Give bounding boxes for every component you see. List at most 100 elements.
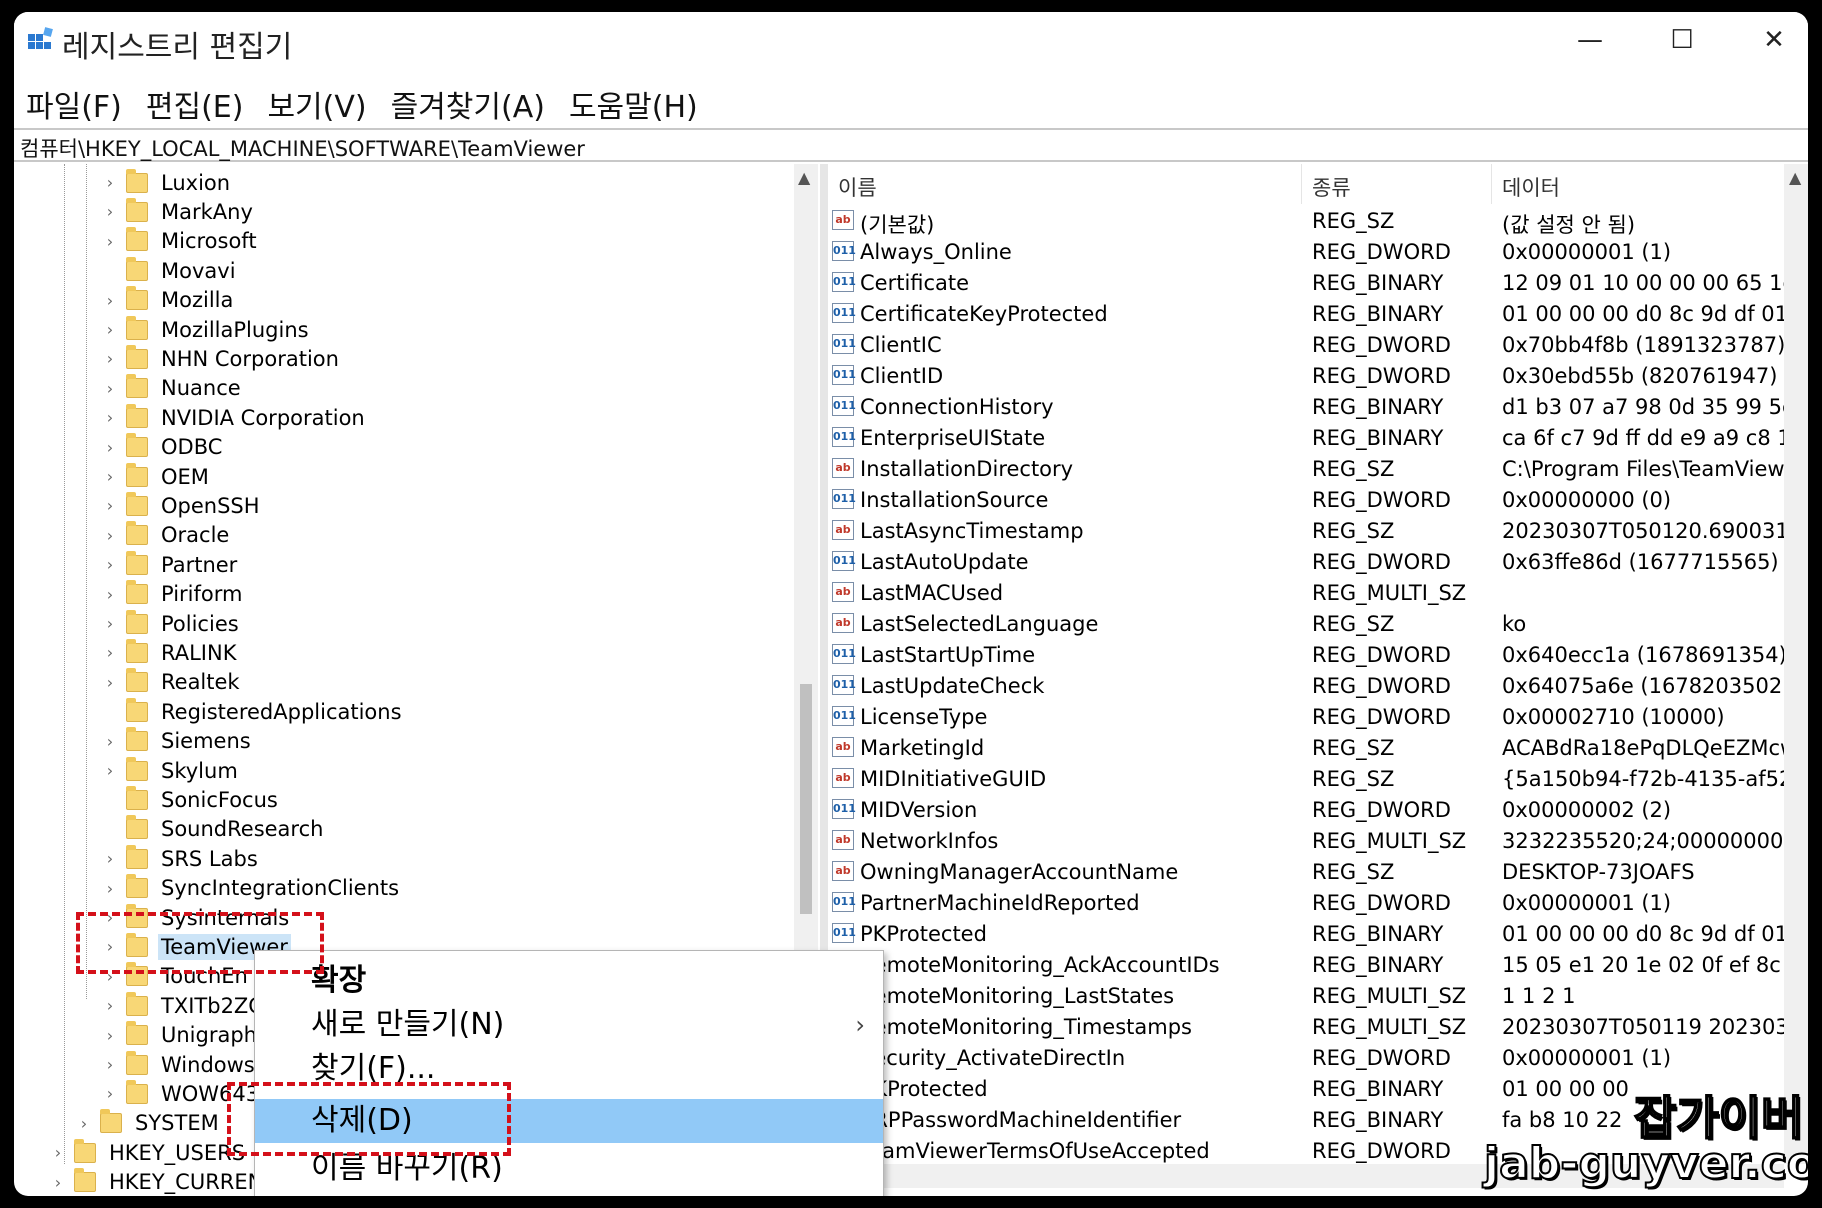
value-row[interactable]: 011 EnterpriseUIState REG_BINARY ca 6f c7 9…: [828, 423, 1788, 454]
tree-item[interactable]: › ODBC: [102, 433, 225, 462]
ctx-new[interactable]: 새로 만들기(N) ›: [255, 1003, 883, 1047]
tree-scrollbar-thumb[interactable]: [800, 684, 812, 914]
chevron-right-icon[interactable]: ›: [102, 673, 118, 692]
value-row[interactable]: ab MarketingId REG_SZ ACABdRa18ePqDLQeEZMcw…: [828, 733, 1788, 764]
value-row[interactable]: ab LastSelectedLanguage REG_SZ ko: [828, 609, 1788, 640]
tree-item[interactable]: › Microsoft: [102, 227, 260, 256]
chevron-right-icon[interactable]: ›: [102, 585, 118, 604]
chevron-right-icon[interactable]: ›: [50, 1173, 66, 1192]
tree-item[interactable]: › SYSTEM: [76, 1109, 222, 1138]
chevron-right-icon[interactable]: ›: [102, 732, 118, 751]
tree-item[interactable]: › Siemens: [102, 727, 254, 756]
value-row[interactable]: ab InstallationDirectory REG_SZ C:\Program …: [828, 454, 1788, 485]
menu-view[interactable]: 보기(V): [255, 76, 378, 125]
tree-item[interactable]: › HKEY_USERS: [50, 1138, 248, 1167]
chevron-right-icon[interactable]: ›: [102, 614, 118, 633]
value-row[interactable]: ab (기본값) REG_SZ (값 설정 안 됨): [828, 206, 1788, 237]
column-header-name[interactable]: 이름: [828, 164, 1302, 204]
address-bar[interactable]: 컴퓨터\HKEY_LOCAL_MACHINE\SOFTWARE\TeamView…: [14, 128, 1808, 162]
chevron-right-icon[interactable]: ›: [102, 879, 118, 898]
chevron-right-icon[interactable]: ›: [102, 408, 118, 427]
column-header-data[interactable]: 데이터: [1492, 164, 1792, 204]
tree-item[interactable]: › HKEY_CURREN: [50, 1168, 266, 1196]
tree-item[interactable]: › Realtek: [102, 668, 243, 697]
chevron-right-icon[interactable]: ›: [102, 173, 118, 192]
menu-favorites[interactable]: 즐겨찾기(A): [379, 76, 557, 125]
tree-item[interactable]: › Unigraph: [102, 1021, 260, 1050]
chevron-right-icon[interactable]: ›: [102, 643, 118, 662]
tree-item[interactable]: › OpenSSH: [102, 491, 263, 520]
value-row[interactable]: 011 LastStartUpTime REG_DWORD 0x640ecc1a (1…: [828, 640, 1788, 671]
tree-item[interactable]: › Mozilla: [102, 286, 236, 315]
menu-file[interactable]: 파일(F): [14, 76, 134, 125]
tree-item[interactable]: › OEM: [102, 462, 212, 491]
value-row[interactable]: 011RemoteMonitoring_AckAccountIDsREG_BIN…: [828, 950, 1788, 981]
menu-help[interactable]: 도움말(H): [557, 76, 710, 125]
value-row[interactable]: 011 ClientIC REG_DWORD 0x70bb4f8b (18913237…: [828, 330, 1788, 361]
value-row[interactable]: 011Security_ActivateDirectInREG_DWORD0x0…: [828, 1043, 1788, 1074]
chevron-right-icon[interactable]: ›: [102, 555, 118, 574]
value-row[interactable]: ab LastAsyncTimestamp REG_SZ 20230307T05012…: [828, 516, 1788, 547]
list-vertical-scrollbar[interactable]: ▲: [1784, 164, 1808, 1164]
tree-item[interactable]: › Piriform: [102, 580, 245, 609]
chevron-right-icon[interactable]: ›: [50, 1143, 66, 1162]
tree-item[interactable]: › Nuance: [102, 374, 244, 403]
tree-item[interactable]: › Policies: [102, 609, 242, 638]
minimize-button[interactable]: —: [1544, 12, 1636, 68]
tree-item[interactable]: › SyncIntegrationClients: [102, 874, 402, 903]
value-row[interactable]: 011 PKProtected REG_BINARY 01 00 00 00 d0 8…: [828, 919, 1788, 950]
tree-item[interactable]: › MarkAny: [102, 197, 256, 226]
chevron-right-icon[interactable]: ›: [102, 996, 118, 1015]
chevron-right-icon[interactable]: ›: [102, 438, 118, 457]
tree-item[interactable]: › Partner: [102, 550, 240, 579]
value-row[interactable]: 011 PartnerMachineIdReported REG_DWORD 0x00…: [828, 888, 1788, 919]
value-row[interactable]: ab MIDInitiativeGUID REG_SZ {5a150b94-f72b-…: [828, 764, 1788, 795]
value-row[interactable]: ab OwningManagerAccountName REG_SZ DESKTOP-…: [828, 857, 1788, 888]
value-row[interactable]: abRemoteMonitoring_TimestampsREG_MULTI_S…: [828, 1012, 1788, 1043]
tree-item[interactable]: › SRS Labs: [102, 844, 261, 873]
chevron-right-icon[interactable]: ›: [102, 467, 118, 486]
chevron-right-icon[interactable]: ›: [102, 232, 118, 251]
tree-item[interactable]: › Oracle: [102, 521, 232, 550]
value-row[interactable]: 011 InstallationSource REG_DWORD 0x00000000…: [828, 485, 1788, 516]
chevron-right-icon[interactable]: ›: [76, 1114, 92, 1133]
value-row[interactable]: 011 CertificateKeyProtected REG_BINARY 01 0…: [828, 299, 1788, 330]
scroll-up-icon[interactable]: ▲: [1789, 168, 1801, 187]
column-header-type[interactable]: 종류: [1302, 164, 1492, 204]
tree-item[interactable]: › Windows: [102, 1050, 258, 1079]
tree-item[interactable]: › MozillaPlugins: [102, 315, 312, 344]
close-button[interactable]: ✕: [1728, 12, 1808, 68]
tree-item[interactable]: › Skylum: [102, 756, 241, 785]
value-row[interactable]: 011 ConnectionHistory REG_BINARY d1 b3 07 a…: [828, 392, 1788, 423]
chevron-right-icon[interactable]: ›: [102, 202, 118, 221]
scroll-up-icon[interactable]: ▲: [798, 168, 810, 187]
tree-item[interactable]: Movavi: [102, 256, 239, 285]
chevron-right-icon[interactable]: ›: [102, 526, 118, 545]
chevron-right-icon[interactable]: ›: [102, 1026, 118, 1045]
tree-item[interactable]: › RALINK: [102, 638, 239, 667]
menu-edit[interactable]: 편집(E): [134, 76, 256, 125]
value-row[interactable]: 011 LastAutoUpdate REG_DWORD 0x63ffe86d (16…: [828, 547, 1788, 578]
chevron-right-icon[interactable]: ›: [102, 1055, 118, 1074]
value-row[interactable]: 011 Certificate REG_BINARY 12 09 01 10 00 0…: [828, 268, 1788, 299]
tree-item[interactable]: RegisteredApplications: [102, 697, 405, 726]
chevron-right-icon[interactable]: ›: [102, 320, 118, 339]
value-row[interactable]: abRemoteMonitoring_LastStatesREG_MULTI_S…: [828, 981, 1788, 1012]
chevron-right-icon[interactable]: ›: [102, 849, 118, 868]
chevron-right-icon[interactable]: ›: [102, 291, 118, 310]
tree-item[interactable]: › TXITb2ZC: [102, 991, 266, 1020]
chevron-right-icon[interactable]: ›: [102, 496, 118, 515]
value-row[interactable]: 011 LicenseType REG_DWORD 0x00002710 (10000…: [828, 702, 1788, 733]
chevron-right-icon[interactable]: ›: [102, 761, 118, 780]
chevron-right-icon[interactable]: ›: [102, 379, 118, 398]
value-row[interactable]: ab LastMACUsed REG_MULTI_SZ: [828, 578, 1788, 609]
tree-item[interactable]: › NHN Corporation: [102, 344, 342, 373]
value-row[interactable]: 011 LastUpdateCheck REG_DWORD 0x64075a6e (1…: [828, 671, 1788, 702]
value-row[interactable]: 011 Always_Online REG_DWORD 0x00000001 (1): [828, 237, 1788, 268]
maximize-button[interactable]: ☐: [1636, 12, 1728, 68]
ctx-expand[interactable]: 확장: [255, 959, 883, 1003]
tree-item[interactable]: SonicFocus: [102, 785, 281, 814]
value-row[interactable]: 011 MIDVersion REG_DWORD 0x00000002 (2): [828, 795, 1788, 826]
value-row[interactable]: 011 ClientID REG_DWORD 0x30ebd55b (82076194…: [828, 361, 1788, 392]
chevron-right-icon[interactable]: ›: [102, 1084, 118, 1103]
